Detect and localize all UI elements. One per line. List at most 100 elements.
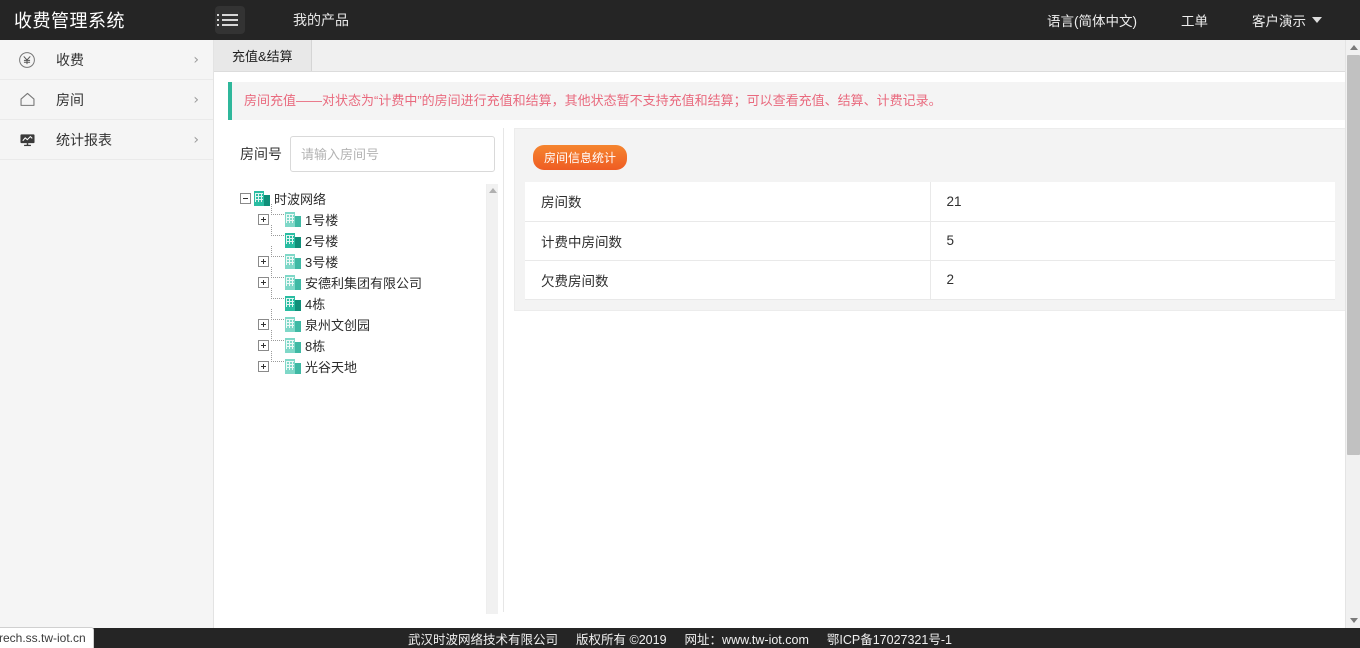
- room-stats-table: 房间数 21 计费中房间数 5 欠费房间数 2: [525, 182, 1335, 300]
- tree-node-label: 光谷天地: [305, 357, 357, 376]
- tree-node[interactable]: 3号楼: [236, 251, 503, 272]
- tab-strip: 充值&结算: [214, 40, 1360, 72]
- tree-node[interactable]: 安德利集团有限公司: [236, 272, 503, 293]
- building-icon-light: [285, 317, 301, 332]
- tree-toggle-plus-icon[interactable]: [258, 214, 269, 225]
- footer-icp: 鄂ICP备17027321号-1: [827, 629, 952, 648]
- table-row: 房间数 21: [525, 182, 1335, 221]
- tab-recharge-settlement[interactable]: 充值&结算: [214, 39, 312, 71]
- header-right-group: 语言(简体中文) 工单 客户演示: [1025, 0, 1360, 40]
- tree-node[interactable]: 4栋: [236, 293, 503, 314]
- tree-node-label: 2号楼: [305, 231, 338, 250]
- account-label: 客户演示: [1252, 10, 1306, 30]
- room-search-row: 房间号: [228, 128, 503, 184]
- tree-connector: [271, 235, 284, 246]
- yen-circle-icon: [16, 49, 38, 71]
- sidebar-item-charging[interactable]: 收费 ›: [0, 40, 213, 80]
- tree-connector: [271, 214, 284, 225]
- report-monitor-icon: [16, 129, 38, 151]
- stat-value: 2: [930, 260, 1335, 299]
- tree-node-label: 1号楼: [305, 210, 338, 229]
- tree-node[interactable]: 8栋: [236, 335, 503, 356]
- app-brand-title: 收费管理系统: [0, 7, 200, 33]
- sidebar-item-label: 房间: [56, 90, 84, 110]
- content-row: 房间号 时波网络 1号楼: [214, 120, 1360, 612]
- status-bar-link: rech.ss.tw-iot.cn: [0, 627, 94, 648]
- tree-node[interactable]: 1号楼: [236, 209, 503, 230]
- chevron-down-icon: [1312, 17, 1322, 23]
- info-panel: 房间信息统计 房间数 21 计费中房间数 5 欠费房间数 2: [504, 128, 1346, 612]
- table-row: 计费中房间数 5: [525, 221, 1335, 260]
- footer-copyright: 版权所有 ©2019: [576, 629, 667, 648]
- tree-toggle-minus-icon[interactable]: [240, 193, 251, 204]
- tree-toggle-none: [258, 298, 269, 309]
- tree-node-label: 8栋: [305, 336, 325, 355]
- tree-toggle-plus-icon[interactable]: [258, 340, 269, 351]
- stat-key: 计费中房间数: [525, 221, 930, 260]
- work-order-label: 工单: [1181, 10, 1208, 30]
- alert-container: 房间充值——对状态为“计费中”的房间进行充值和结算，其他状态暂不支持充值和结算；…: [214, 72, 1360, 120]
- building-icon-dark: [285, 233, 301, 248]
- building-icon-light: [285, 275, 301, 290]
- tree-node-label: 时波网络: [274, 189, 326, 208]
- page-footer: 武汉时波网络技术有限公司 版权所有 ©2019 网址：www.tw-iot.co…: [0, 628, 1360, 648]
- work-order-link[interactable]: 工单: [1159, 10, 1230, 30]
- chevron-right-icon: ›: [193, 132, 199, 148]
- tree-node[interactable]: 泉州文创园: [236, 314, 503, 335]
- language-label: 语言(简体中文): [1047, 10, 1137, 30]
- status-badge: 房间信息统计: [533, 145, 627, 170]
- tree-node-label: 3号楼: [305, 252, 338, 271]
- building-icon-light: [285, 254, 301, 269]
- stat-key: 欠费房间数: [525, 260, 930, 299]
- hamburger-line: [222, 19, 238, 21]
- tree-connector: [271, 256, 284, 267]
- scrollbar-thumb[interactable]: [1347, 55, 1360, 455]
- sidebar-item-room[interactable]: 房间 ›: [0, 80, 213, 120]
- page-scrollbar[interactable]: [1345, 40, 1360, 628]
- badge-row: 房间信息统计: [525, 139, 1335, 182]
- building-tree: 时波网络 1号楼 2号楼: [236, 184, 503, 614]
- top-header: 收费管理系统 我的产品 语言(简体中文) 工单 客户演示: [0, 0, 1360, 40]
- tree-node-label: 4栋: [305, 294, 325, 313]
- stat-value: 21: [930, 182, 1335, 221]
- nav-my-product[interactable]: 我的产品: [293, 10, 349, 30]
- account-menu[interactable]: 客户演示: [1230, 10, 1344, 30]
- tree-node-label: 安德利集团有限公司: [305, 273, 422, 292]
- hamburger-icon[interactable]: [215, 6, 245, 34]
- tree-toggle-plus-icon[interactable]: [258, 319, 269, 330]
- tree-connector: [271, 361, 284, 372]
- tree-connector: [271, 319, 284, 330]
- tree-toggle-plus-icon[interactable]: [258, 256, 269, 267]
- sidebar-item-label: 统计报表: [56, 130, 112, 150]
- building-icon-light: [285, 359, 301, 374]
- footer-website: 网址：www.tw-iot.com: [685, 629, 809, 648]
- home-icon: [16, 89, 38, 111]
- footer-company: 武汉时波网络技术有限公司: [408, 629, 558, 648]
- scroll-up-arrow-icon[interactable]: [1346, 40, 1360, 55]
- tree-connector: [271, 340, 284, 351]
- tree-toggle-plus-icon[interactable]: [258, 277, 269, 288]
- tree-panel: 房间号 时波网络 1号楼: [228, 128, 504, 612]
- room-stats-card: 房间信息统计 房间数 21 计费中房间数 5 欠费房间数 2: [514, 128, 1346, 311]
- sidebar-item-report[interactable]: 统计报表 ›: [0, 120, 213, 160]
- room-number-input[interactable]: [290, 136, 495, 172]
- info-alert: 房间充值——对状态为“计费中”的房间进行充值和结算，其他状态暂不支持充值和结算；…: [228, 82, 1346, 120]
- hamburger-line: [222, 14, 238, 16]
- building-icon-light: [285, 212, 301, 227]
- scroll-down-arrow-icon[interactable]: [1346, 613, 1360, 628]
- language-selector[interactable]: 语言(简体中文): [1025, 10, 1159, 30]
- scroll-up-arrow-icon[interactable]: [489, 188, 497, 193]
- tree-node[interactable]: 2号楼: [236, 230, 503, 251]
- tree-toggle-plus-icon[interactable]: [258, 361, 269, 372]
- sidebar: 收费 › 房间 › 统计报表 ›: [0, 40, 214, 628]
- tree-node[interactable]: 光谷天地: [236, 356, 503, 377]
- tree-node-label: 泉州文创园: [305, 315, 370, 334]
- main-content: 充值&结算 房间充值——对状态为“计费中”的房间进行充值和结算，其他状态暂不支持…: [214, 40, 1360, 628]
- tree-scrollbar[interactable]: [486, 184, 498, 614]
- sidebar-item-label: 收费: [56, 50, 84, 70]
- room-number-label: 房间号: [240, 144, 282, 164]
- table-row: 欠费房间数 2: [525, 260, 1335, 299]
- tree-toggle-none: [258, 235, 269, 246]
- tree-connector: [271, 277, 284, 288]
- tree-node-root[interactable]: 时波网络: [236, 188, 503, 209]
